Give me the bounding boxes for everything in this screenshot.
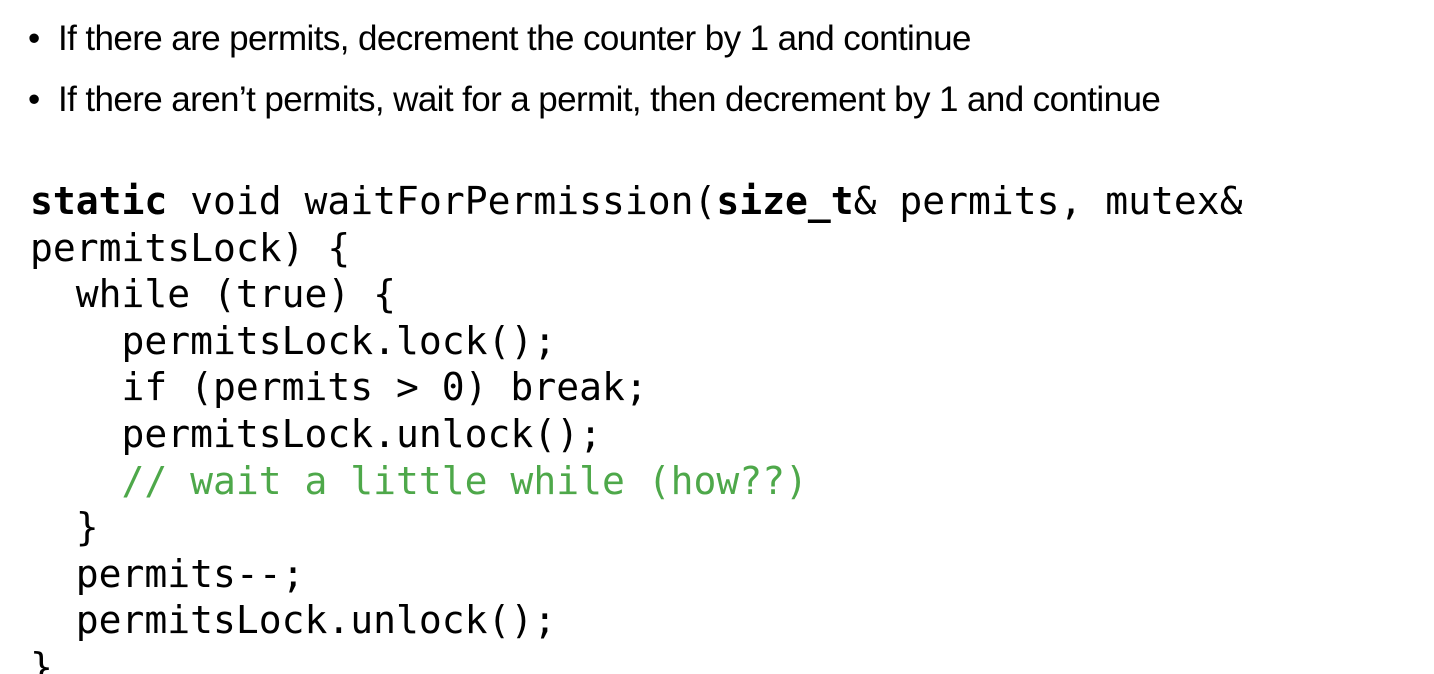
- code-line-5: if (permits > 0) break;: [30, 365, 648, 410]
- code-keyword-static: static: [30, 179, 168, 223]
- bullet-dot-icon: •: [28, 19, 40, 58]
- bullet-item: • If there are permits, decrement the co…: [28, 8, 1160, 69]
- code-text: void waitForPermission(: [167, 179, 717, 223]
- bullet-text: If there are permits, decrement the coun…: [58, 19, 971, 58]
- code-text: & permits, mutex&: [853, 179, 1243, 223]
- code-line-11: }: [30, 644, 53, 674]
- bullet-item: • If there aren’t permits, wait for a pe…: [28, 69, 1161, 130]
- bullet-text: If there aren’t permits, wait for a perm…: [58, 80, 1161, 119]
- code-line-8: }: [30, 505, 99, 550]
- code-line-2: permitsLock) {: [30, 225, 351, 270]
- code-keyword-size-t: size_t: [716, 179, 854, 223]
- code-block: static void waitForPermission(size_t& pe…: [30, 178, 1243, 674]
- code-line-6: permitsLock.unlock();: [30, 411, 602, 456]
- code-line-1: static void waitForPermission(size_t& pe…: [30, 179, 1243, 223]
- bullet-dot-icon: •: [28, 80, 40, 119]
- code-comment-line: // wait a little while (how??): [30, 458, 808, 503]
- bullet-list: • If there are permits, decrement the co…: [28, 8, 1161, 130]
- code-line-9: permits--;: [30, 551, 305, 596]
- code-line-4: permitsLock.lock();: [30, 318, 557, 363]
- slide: • If there are permits, decrement the co…: [0, 0, 1434, 674]
- code-line-10: permitsLock.unlock();: [30, 598, 557, 643]
- code-line-3: while (true) {: [30, 272, 397, 317]
